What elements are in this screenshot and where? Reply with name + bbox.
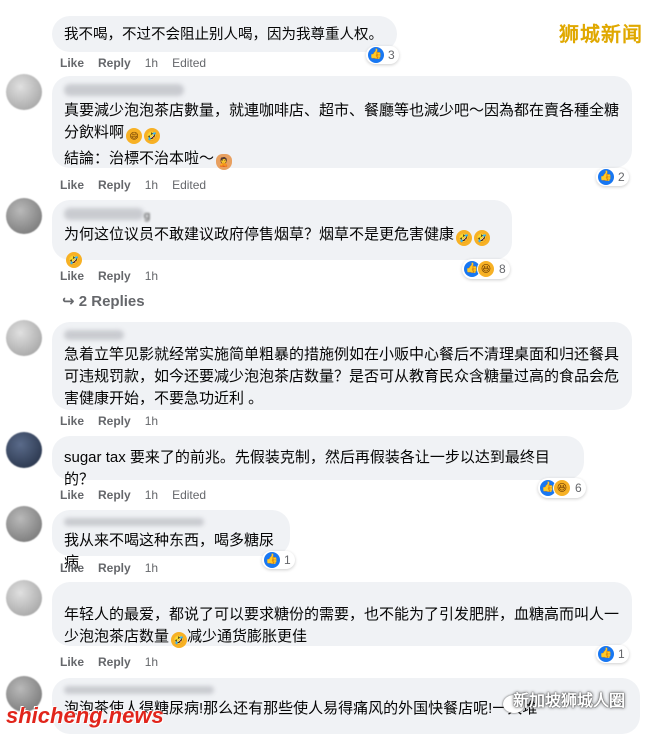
reaction-count[interactable]: 👍 😆 6 <box>538 478 586 498</box>
like-button[interactable]: Like <box>60 561 84 575</box>
comment-actions: Like Reply 1h Edited <box>60 488 206 502</box>
comment-actions: Like Reply 1h <box>60 269 158 283</box>
like-reaction-icon: 👍 <box>368 47 384 63</box>
comment-bubble: 我不喝，不过不会阻止别人喝，因为我尊重人权。 <box>52 16 397 52</box>
reaction-count[interactable]: 👍 2 <box>596 168 629 186</box>
avatar[interactable] <box>6 580 42 616</box>
haha-reaction-icon: 😆 <box>553 479 571 497</box>
reply-button[interactable]: Reply <box>98 269 131 283</box>
laughing-emoji: 🤣 <box>171 632 188 648</box>
timestamp[interactable]: 1h <box>145 488 158 502</box>
avatar[interactable] <box>6 320 42 356</box>
like-button[interactable]: Like <box>60 56 84 70</box>
laughing-emoji: 🤣 <box>144 128 161 144</box>
like-reaction-icon: 👍 <box>264 552 280 568</box>
commenter-name-blurred <box>64 330 124 340</box>
comment-bubble: 真要減少泡泡茶店數量，就連咖啡店、超市、餐廳等也減少吧～因為都在賣各種全糖分飲料… <box>52 76 632 170</box>
avatar[interactable] <box>6 74 42 110</box>
reaction-count[interactable]: 👍 3 <box>366 46 399 64</box>
commenter-name-tail: g <box>144 210 151 222</box>
comment-text: 我不喝，不过不会阻止别人喝，因为我尊重人权。 <box>64 27 383 43</box>
grin-emoji: 😄 <box>126 128 143 144</box>
like-button[interactable]: Like <box>60 655 84 669</box>
comment-text: 为何这位议员不敢建议政府停售烟草？烟草不是更危害健康 🤣 🤣🤣 <box>64 224 500 268</box>
commenter-name-blurred <box>64 518 204 526</box>
comment-bubble: 我从来不喝这种东西，喝多糖尿病 <box>52 510 290 571</box>
reply-button[interactable]: Reply <box>98 56 131 70</box>
like-button[interactable]: Like <box>60 178 84 192</box>
comment-text-line2: 結論：治標不治本啦～ 🙎 <box>64 148 620 170</box>
reply-button[interactable]: Reply <box>98 488 131 502</box>
reply-button[interactable]: Reply <box>98 655 131 669</box>
watermark-top: 狮城新闻 <box>559 24 643 46</box>
reply-button[interactable]: Reply <box>98 414 131 428</box>
timestamp[interactable]: 1h <box>145 56 158 70</box>
timestamp[interactable]: 1h <box>145 655 158 669</box>
like-reaction-icon: 👍 <box>598 169 614 185</box>
avatar[interactable] <box>6 432 42 468</box>
edited-label[interactable]: Edited <box>172 488 206 502</box>
comment-bubble: 年轻人的最爱，都说了可以要求糖份的需要，也不能为了引发肥胖，血糖高而叫人一少泡泡… <box>52 582 632 648</box>
avatar[interactable] <box>6 198 42 234</box>
comment-bubble: sugar tax 要来了的前兆。先假装克制，然后再假装各让一步以达到最终目的？ <box>52 436 584 488</box>
like-button[interactable]: Like <box>60 414 84 428</box>
comment-text: 年轻人的最爱，都说了可以要求糖份的需要，也不能为了引发肥胖，血糖高而叫人一少泡泡… <box>64 604 620 648</box>
laughing-emoji: 🤣 <box>66 252 82 268</box>
comment-actions: Like Reply 1h Edited <box>60 178 206 192</box>
comment-text: 急着立竿见影就经常实施简单粗暴的措施例如在小贩中心餐后不清理桌面和归还餐具可违规… <box>64 346 620 407</box>
comment-actions: Like Reply 1h <box>60 655 158 669</box>
timestamp[interactable]: 1h <box>145 269 158 283</box>
reply-button[interactable]: Reply <box>98 178 131 192</box>
timestamp[interactable]: 1h <box>145 561 158 575</box>
reaction-count[interactable]: 👍 1 <box>262 551 295 569</box>
reply-arrow-icon: ↪ <box>62 293 75 310</box>
laughing-emoji: 🤣 <box>456 230 473 246</box>
commenter-name-blurred <box>64 686 214 694</box>
avatar[interactable] <box>6 506 42 542</box>
comment-actions: Like Reply 1h <box>60 561 158 575</box>
timestamp[interactable]: 1h <box>145 178 158 192</box>
view-replies-link[interactable]: ↪ 2 Replies <box>62 292 145 310</box>
comment-text: sugar tax 要来了的前兆。先假装克制，然后再假装各让一步以达到最终目的？ <box>64 449 550 488</box>
comment-text: 真要減少泡泡茶店數量，就連咖啡店、超市、餐廳等也減少吧～因為都在賣各種全糖分飲料… <box>64 100 620 144</box>
watermark-bottom: shicheng.news <box>6 703 164 728</box>
person-emoji: 🙎 <box>216 154 233 170</box>
reaction-count[interactable]: 👍 😆 8 <box>462 259 510 279</box>
reaction-count[interactable]: 👍 1 <box>596 645 629 663</box>
like-reaction-icon: 👍 <box>598 646 614 662</box>
timestamp[interactable]: 1h <box>145 414 158 428</box>
commenter-name-blurred <box>64 208 144 220</box>
haha-reaction-icon: 😆 <box>477 260 495 278</box>
reply-button[interactable]: Reply <box>98 561 131 575</box>
watermark-wechat: 新加坡狮城人圈 <box>512 693 625 710</box>
edited-label[interactable]: Edited <box>172 56 206 70</box>
comment-actions: Like Reply 1h Edited <box>60 56 206 70</box>
like-button[interactable]: Like <box>60 488 84 502</box>
comment-actions: Like Reply 1h <box>60 414 158 428</box>
laughing-emoji: 🤣 <box>474 230 491 246</box>
like-button[interactable]: Like <box>60 269 84 283</box>
edited-label[interactable]: Edited <box>172 178 206 192</box>
comment-bubble: g 为何这位议员不敢建议政府停售烟草？烟草不是更危害健康 🤣 🤣🤣 <box>52 200 512 268</box>
comment-bubble: 急着立竿见影就经常实施简单粗暴的措施例如在小贩中心餐后不清理桌面和归还餐具可违规… <box>52 322 632 410</box>
commenter-name-blurred <box>64 84 184 96</box>
